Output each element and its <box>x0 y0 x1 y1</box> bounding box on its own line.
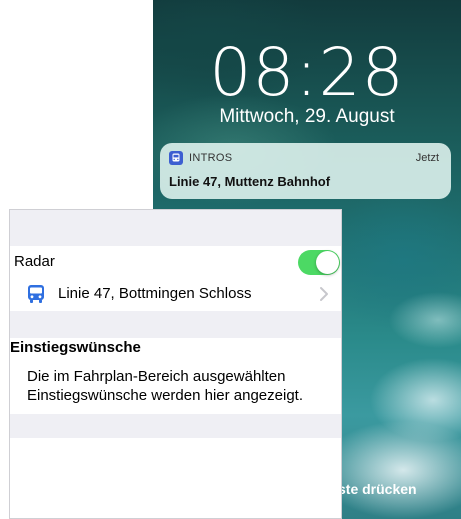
radar-toggle[interactable] <box>298 250 340 275</box>
settings-panel: Radar Linie 47, Bottmingen Schloss Einst… <box>9 209 342 519</box>
lock-date: Mittwoch, 29. August <box>219 106 395 127</box>
notification-banner[interactable]: INTROS Jetzt Linie 47, Muttenz Bahnhof <box>160 143 451 199</box>
chevron-right-icon <box>319 286 329 302</box>
bus-icon <box>27 284 45 304</box>
toggle-knob <box>316 251 339 274</box>
radar-label: Radar <box>14 253 55 270</box>
lock-time: 08:28 <box>209 34 405 111</box>
section-header-spacer <box>10 210 341 246</box>
section-description: Die im Fahrplan-Bereich ausgewählten Ein… <box>27 368 303 404</box>
unlock-hint: ste drücken <box>338 481 417 497</box>
line-list-item[interactable]: Linie 47, Bottmingen Schloss <box>10 278 341 310</box>
radar-row: Radar <box>10 246 341 278</box>
section-title: Einstiegswünsche <box>10 339 141 356</box>
section-footer-spacer <box>10 414 341 438</box>
notification-title: Linie 47, Muttenz Bahnhof <box>169 174 331 189</box>
line-item-label: Linie 47, Bottmingen Schloss <box>58 285 252 302</box>
section-separator <box>10 311 341 338</box>
notification-time: Jetzt <box>415 152 439 164</box>
notification-app-name: INTROS <box>189 152 233 164</box>
bus-icon <box>169 151 183 165</box>
